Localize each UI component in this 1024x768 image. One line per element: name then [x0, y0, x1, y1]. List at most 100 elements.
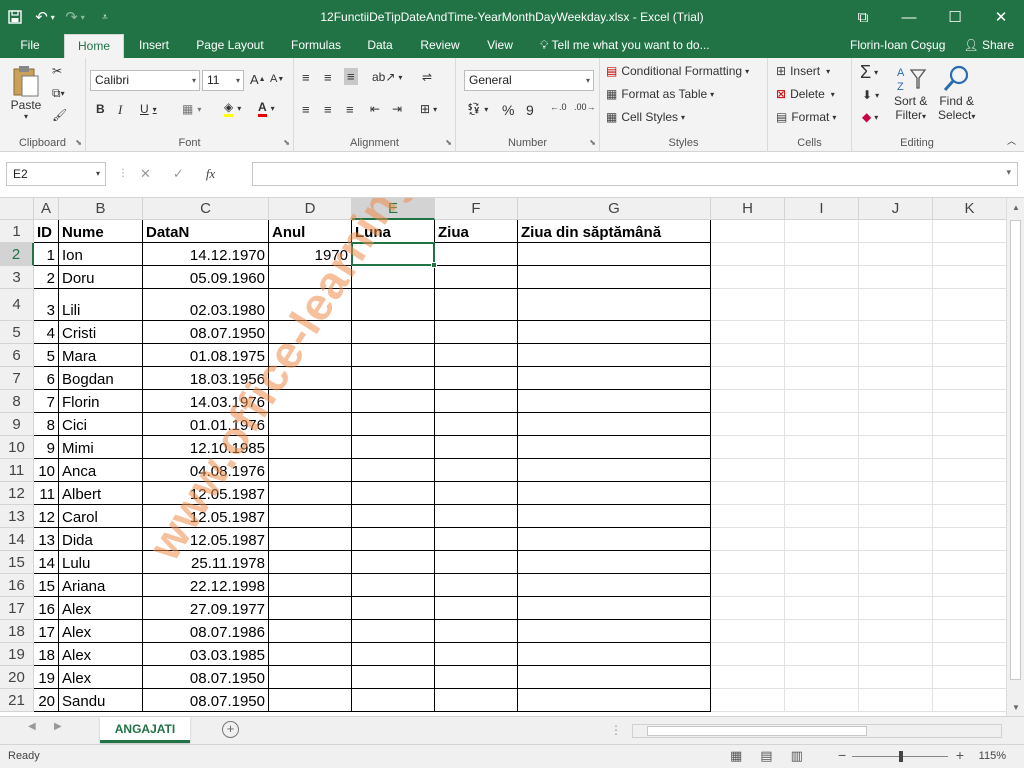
table-cell[interactable] — [711, 243, 785, 266]
row-header-17[interactable]: 17 — [0, 597, 34, 620]
table-cell[interactable] — [518, 482, 711, 505]
collapse-ribbon-icon[interactable]: ︿ — [1007, 134, 1016, 147]
formula-input[interactable]: ▾ — [252, 162, 1018, 186]
table-cell[interactable] — [711, 574, 785, 597]
normal-view-icon[interactable]: ▦ — [730, 748, 742, 764]
table-cell[interactable]: 01.01.1976 — [143, 413, 269, 436]
table-cell[interactable] — [352, 344, 435, 367]
table-cell[interactable] — [435, 367, 518, 390]
table-cell[interactable] — [785, 321, 859, 344]
table-cell[interactable] — [352, 367, 435, 390]
table-cell[interactable]: 15 — [34, 574, 59, 597]
autosum-icon[interactable]: Σ ▾ — [860, 62, 878, 83]
increase-decimal-icon[interactable]: ←.0 — [550, 102, 567, 112]
table-cell[interactable] — [785, 367, 859, 390]
table-cell[interactable] — [269, 289, 352, 321]
table-cell[interactable] — [711, 505, 785, 528]
table-cell[interactable] — [933, 266, 1007, 289]
table-cell[interactable] — [352, 266, 435, 289]
table-cell[interactable]: Bogdan — [59, 367, 143, 390]
table-cell[interactable] — [785, 243, 859, 266]
table-cell[interactable] — [711, 459, 785, 482]
bold-button[interactable]: B — [96, 102, 105, 116]
table-cell[interactable]: Alex — [59, 620, 143, 643]
table-cell[interactable] — [711, 390, 785, 413]
column-header-h[interactable]: H — [711, 198, 785, 220]
tab-view[interactable]: View — [478, 34, 522, 58]
table-cell[interactable] — [352, 666, 435, 689]
clear-icon[interactable]: ◆ ▾ — [862, 110, 878, 124]
table-cell[interactable] — [269, 482, 352, 505]
table-cell[interactable] — [518, 344, 711, 367]
zoom-out-button[interactable]: − — [838, 747, 846, 763]
table-cell[interactable] — [435, 459, 518, 482]
table-cell[interactable] — [933, 413, 1007, 436]
table-cell[interactable] — [352, 689, 435, 712]
table-cell[interactable] — [711, 482, 785, 505]
table-cell[interactable] — [352, 574, 435, 597]
header-cell[interactable]: Ziua din săptămână — [518, 220, 711, 243]
page-break-view-icon[interactable]: ▥ — [791, 748, 803, 764]
row-header-14[interactable]: 14 — [0, 528, 34, 551]
table-cell[interactable]: Alex — [59, 597, 143, 620]
tab-page-layout[interactable]: Page Layout — [188, 34, 272, 58]
table-cell[interactable]: 22.12.1998 — [143, 574, 269, 597]
table-cell[interactable]: 19 — [34, 666, 59, 689]
table-cell[interactable]: 01.08.1975 — [143, 344, 269, 367]
table-cell[interactable] — [518, 574, 711, 597]
table-cell[interactable]: Alex — [59, 643, 143, 666]
table-cell[interactable] — [859, 459, 933, 482]
table-cell[interactable] — [269, 459, 352, 482]
accounting-format-icon[interactable]: 💱︎ ▾ — [466, 102, 488, 116]
sort-filter-button[interactable]: AZ Sort & Filter▾ — [894, 64, 927, 122]
table-cell[interactable] — [352, 597, 435, 620]
table-cell[interactable]: Anca — [59, 459, 143, 482]
customize-qat-icon[interactable]: ⩡ — [90, 0, 120, 34]
table-cell[interactable] — [352, 643, 435, 666]
table-cell[interactable] — [785, 689, 859, 712]
table-cell[interactable] — [352, 289, 435, 321]
scroll-down-icon[interactable]: ▼ — [1007, 698, 1024, 716]
table-cell[interactable] — [352, 436, 435, 459]
header-cell[interactable]: DataN — [143, 220, 269, 243]
tab-insert[interactable]: Insert — [130, 34, 178, 58]
table-cell[interactable]: Mara — [59, 344, 143, 367]
table-cell[interactable]: 2 — [34, 266, 59, 289]
column-header-k[interactable]: K — [933, 198, 1007, 220]
table-cell[interactable]: Ariana — [59, 574, 143, 597]
name-box[interactable]: E2 ▾ — [6, 162, 106, 186]
table-cell[interactable] — [933, 597, 1007, 620]
table-cell[interactable] — [518, 459, 711, 482]
cancel-entry-icon[interactable]: ✕ — [140, 166, 151, 182]
table-cell[interactable]: 20 — [34, 689, 59, 712]
table-cell[interactable]: 02.03.1980 — [143, 289, 269, 321]
table-cell[interactable] — [435, 266, 518, 289]
user-name[interactable]: Florin-Ioan Coşug — [850, 34, 945, 58]
font-name-select[interactable]: Calibri ▾ — [90, 70, 200, 91]
row-header-1[interactable]: 1 — [0, 220, 34, 243]
table-cell[interactable] — [518, 321, 711, 344]
table-cell[interactable] — [785, 413, 859, 436]
decrease-indent-icon[interactable]: ⇤ — [370, 102, 380, 116]
scroll-up-icon[interactable]: ▲ — [1007, 198, 1024, 216]
horizontal-scrollbar[interactable] — [632, 724, 1002, 738]
table-cell[interactable] — [859, 243, 933, 266]
row-header-7[interactable]: 7 — [0, 367, 34, 390]
table-cell[interactable]: 8 — [34, 413, 59, 436]
table-cell[interactable]: Ion — [59, 243, 143, 266]
table-cell[interactable] — [352, 528, 435, 551]
table-cell[interactable]: Carol — [59, 505, 143, 528]
table-cell[interactable] — [933, 321, 1007, 344]
table-cell[interactable] — [711, 344, 785, 367]
table-cell[interactable] — [269, 597, 352, 620]
find-select-button[interactable]: Find & Select▾ — [938, 64, 975, 122]
row-header-11[interactable]: 11 — [0, 459, 34, 482]
table-cell[interactable] — [711, 289, 785, 321]
table-cell[interactable] — [518, 289, 711, 321]
table-cell[interactable]: 08.07.1950 — [143, 321, 269, 344]
table-cell[interactable] — [859, 528, 933, 551]
table-cell[interactable] — [352, 551, 435, 574]
table-cell[interactable]: 05.09.1960 — [143, 266, 269, 289]
table-cell[interactable] — [933, 289, 1007, 321]
table-cell[interactable]: 08.07.1950 — [143, 666, 269, 689]
